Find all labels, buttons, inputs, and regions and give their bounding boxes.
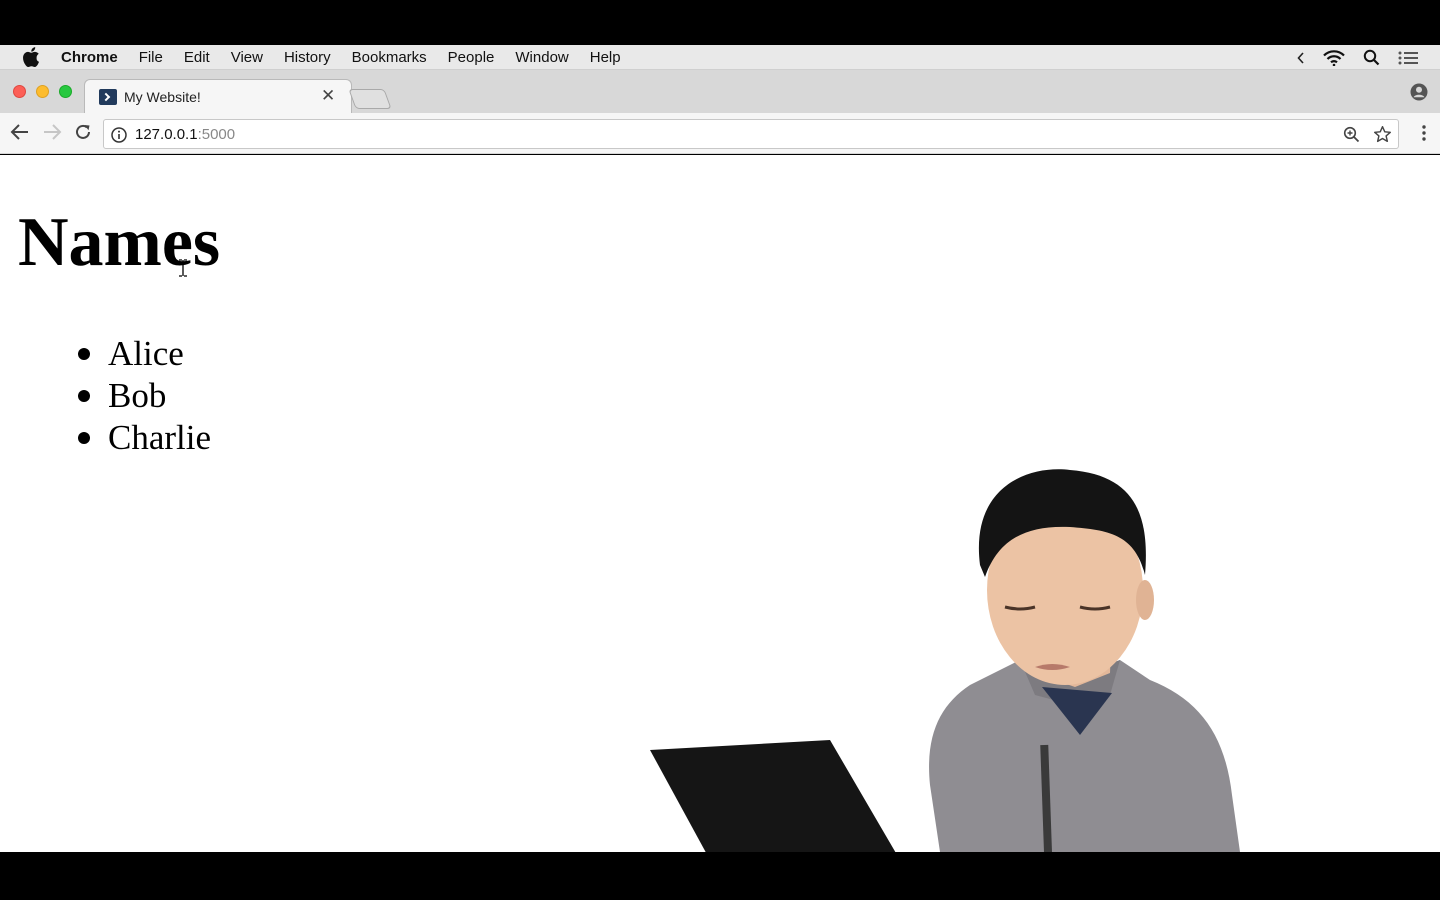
tab-close-icon[interactable]: ✕ [321, 86, 335, 105]
forward-arrow-icon[interactable] [42, 123, 62, 146]
site-info-icon[interactable] [111, 127, 127, 148]
new-tab-button[interactable] [348, 89, 392, 109]
menu-help[interactable]: Help [590, 49, 621, 66]
browser-toolbar: 127.0.0.1:5000 [0, 113, 1440, 154]
profile-icon[interactable] [1410, 83, 1428, 106]
menu-file[interactable]: File [139, 49, 163, 66]
chrome-menu-icon[interactable] [1422, 124, 1426, 147]
window-minimize-button[interactable] [36, 85, 49, 98]
reload-icon[interactable] [74, 123, 92, 146]
names-list: Alice Bob Charlie [77, 333, 212, 459]
window-maximize-button[interactable] [59, 85, 72, 98]
laptop-icon [650, 740, 896, 852]
text-cursor-icon [178, 259, 188, 282]
url-text[interactable]: 127.0.0.1:5000 [135, 126, 235, 143]
presenter-video-overlay [650, 469, 1240, 852]
zoom-icon[interactable] [1343, 126, 1360, 148]
menu-bar-status-area [1297, 45, 1418, 70]
tab-title: My Website! [124, 89, 201, 105]
notification-center-icon[interactable] [1398, 51, 1418, 65]
wifi-icon[interactable] [1323, 49, 1345, 66]
page-heading: Names [18, 204, 221, 281]
address-bar[interactable]: 127.0.0.1:5000 [103, 119, 1399, 149]
url-host: 127.0.0.1 [135, 126, 198, 143]
video-letterbox-top [0, 0, 1440, 45]
list-item: Charlie [77, 418, 212, 457]
menu-edit[interactable]: Edit [184, 49, 210, 66]
menu-history[interactable]: History [284, 49, 331, 66]
url-port: :5000 [197, 126, 236, 143]
video-letterbox-bottom [0, 852, 1440, 900]
menu-app-chrome[interactable]: Chrome [61, 49, 118, 66]
back-arrow-icon[interactable] [10, 123, 30, 146]
menu-bookmarks[interactable]: Bookmarks [352, 49, 427, 66]
terminal-icon [99, 89, 117, 105]
macos-menu-bar: Chrome File Edit View History Bookmarks … [0, 45, 1440, 70]
tab-my-website[interactable]: My Website! ✕ [84, 79, 352, 113]
window-close-button[interactable] [13, 85, 26, 98]
list-item: Alice [77, 333, 211, 375]
browser-tab-strip: My Website! ✕ [0, 70, 1440, 113]
menu-view[interactable]: View [231, 49, 263, 66]
spotlight-search-icon[interactable] [1363, 49, 1380, 66]
chevron-left-icon[interactable] [1297, 51, 1305, 64]
menu-window[interactable]: Window [515, 49, 568, 66]
list-item: Bob [77, 375, 211, 417]
page-viewport: Names Alice Bob Charlie [0, 155, 1440, 852]
menu-people[interactable]: People [448, 49, 495, 66]
bookmark-star-icon[interactable] [1373, 125, 1392, 149]
apple-logo-icon[interactable] [22, 47, 44, 67]
